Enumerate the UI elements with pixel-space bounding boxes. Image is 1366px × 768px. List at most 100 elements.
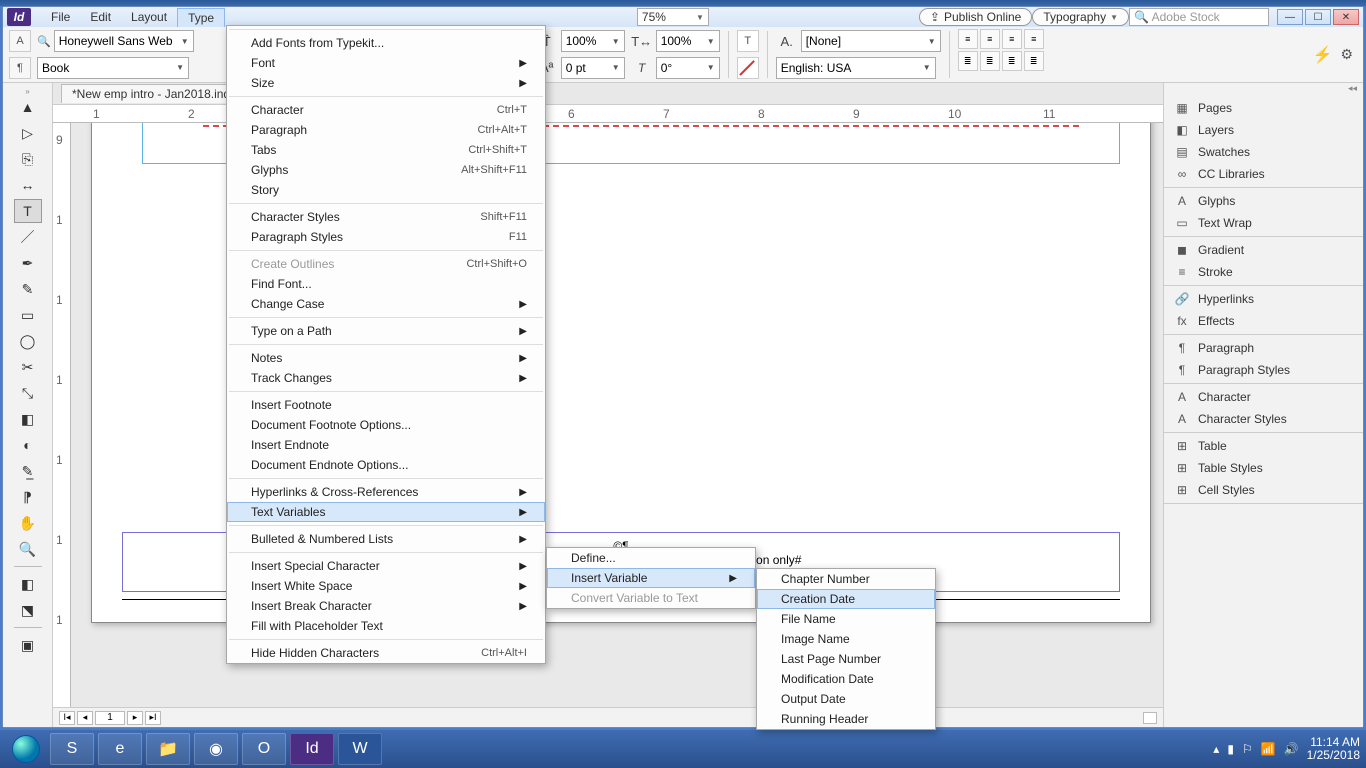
- font-style-select[interactable]: Book▼: [37, 57, 189, 79]
- menu-item-insert-footnote[interactable]: Insert Footnote: [227, 395, 545, 415]
- menu-item-insert-break-character[interactable]: Insert Break Character▶: [227, 596, 545, 616]
- zoom-level[interactable]: 75%▼: [637, 8, 709, 26]
- type-tool[interactable]: T: [14, 199, 42, 223]
- menu-item-insert-special-character[interactable]: Insert Special Character▶: [227, 556, 545, 576]
- clock[interactable]: 11:14 AM 1/25/2018: [1307, 736, 1360, 762]
- menu-item-insert-variable[interactable]: Insert Variable▶: [547, 568, 755, 588]
- menu-item-paragraph[interactable]: ParagraphCtrl+Alt+T: [227, 120, 545, 140]
- menu-type[interactable]: Type: [177, 8, 225, 27]
- menu-item-running-header[interactable]: Running Header: [757, 709, 935, 729]
- menu-item-story[interactable]: Story: [227, 180, 545, 200]
- view-mode-icon[interactable]: ▣: [14, 633, 42, 657]
- gradient-feather-tool[interactable]: ◐: [14, 433, 42, 457]
- collapse-panels-icon[interactable]: ◂◂: [1164, 83, 1363, 95]
- panel-effects[interactable]: fxEffects: [1164, 310, 1363, 332]
- menu-item-insert-endnote[interactable]: Insert Endnote: [227, 435, 545, 455]
- menu-item-tabs[interactable]: TabsCtrl+Shift+T: [227, 140, 545, 160]
- volume-icon[interactable]: 🔊: [1284, 742, 1299, 756]
- direct-selection-tool[interactable]: ▷: [14, 121, 42, 145]
- taskbar-outlook[interactable]: O: [242, 733, 286, 765]
- menu-item-size[interactable]: Size▶: [227, 73, 545, 93]
- baseline-shift[interactable]: 0 pt▼: [561, 57, 625, 79]
- rectangle-frame-tool[interactable]: ▭: [14, 303, 42, 327]
- panel-character[interactable]: ACharacter: [1164, 386, 1363, 408]
- menu-item-notes[interactable]: Notes▶: [227, 348, 545, 368]
- fill-stroke-icon[interactable]: ◧: [14, 572, 42, 596]
- menu-item-chapter-number[interactable]: Chapter Number: [757, 569, 935, 589]
- default-fs-icon[interactable]: ⬔: [14, 598, 42, 622]
- stroke-swatch-icon[interactable]: [737, 57, 759, 79]
- panel-gradient[interactable]: ◼Gradient: [1164, 239, 1363, 261]
- fill-swatch-icon[interactable]: T: [737, 30, 759, 52]
- panel-paragraph[interactable]: ¶Paragraph: [1164, 337, 1363, 359]
- close-button[interactable]: ✕: [1333, 9, 1359, 25]
- maximize-button[interactable]: ☐: [1305, 9, 1331, 25]
- eyedropper-tool[interactable]: ⁋: [14, 485, 42, 509]
- page-tool[interactable]: ⎘: [14, 147, 42, 171]
- menu-item-hide-hidden-characters[interactable]: Hide Hidden CharactersCtrl+Alt+I: [227, 643, 545, 663]
- menu-item-track-changes[interactable]: Track Changes▶: [227, 368, 545, 388]
- menu-item-modification-date[interactable]: Modification Date: [757, 669, 935, 689]
- panel-stroke[interactable]: ≡Stroke: [1164, 261, 1363, 283]
- menu-item-character[interactable]: CharacterCtrl+T: [227, 100, 545, 120]
- menu-item-text-variables[interactable]: Text Variables▶: [227, 502, 545, 522]
- menu-item-hyperlinks-cross-references[interactable]: Hyperlinks & Cross-References▶: [227, 482, 545, 502]
- panel-table-styles[interactable]: ⊞Table Styles: [1164, 457, 1363, 479]
- menu-file[interactable]: File: [41, 8, 80, 27]
- network-icon[interactable]: 📶: [1261, 742, 1276, 756]
- minimize-button[interactable]: —: [1277, 9, 1303, 25]
- menu-item-paragraph-styles[interactable]: Paragraph StylesF11: [227, 227, 545, 247]
- insert-variable-submenu[interactable]: Chapter NumberCreation DateFile NameImag…: [756, 568, 936, 730]
- selection-tool[interactable]: ▲: [14, 95, 42, 119]
- ellipse-tool[interactable]: ◯: [14, 329, 42, 353]
- panel-table[interactable]: ⊞Table: [1164, 435, 1363, 457]
- scissors-tool[interactable]: ✂: [14, 355, 42, 379]
- text-variables-submenu[interactable]: Define...Insert Variable▶Convert Variabl…: [546, 547, 756, 609]
- system-tray[interactable]: ▴ ▮ ⚐ 📶 🔊 11:14 AM 1/25/2018: [1213, 736, 1360, 762]
- panel-menu-icon[interactable]: ⚙: [1340, 46, 1353, 63]
- menu-item-fill-with-placeholder-text[interactable]: Fill with Placeholder Text: [227, 616, 545, 636]
- menu-item-image-name[interactable]: Image Name: [757, 629, 935, 649]
- panel-pages[interactable]: ▦Pages: [1164, 97, 1363, 119]
- menu-layout[interactable]: Layout: [121, 8, 177, 27]
- menu-item-type-on-a-path[interactable]: Type on a Path▶: [227, 321, 545, 341]
- tray-up-icon[interactable]: ▴: [1213, 742, 1219, 756]
- menu-item-add-fonts-from-typekit-[interactable]: Add Fonts from Typekit...: [227, 33, 545, 53]
- page-navigator[interactable]: I◂◂ ▸▸I: [59, 711, 161, 725]
- note-tool[interactable]: ✎̲: [14, 459, 42, 483]
- quick-apply-icon[interactable]: ⚡: [1313, 45, 1333, 65]
- panel-paragraph-styles[interactable]: ¶Paragraph Styles: [1164, 359, 1363, 381]
- panel-text-wrap[interactable]: ▭Text Wrap: [1164, 212, 1363, 234]
- align-buttons[interactable]: ≡≡≡≡ ≣≣≣≣: [958, 29, 1044, 80]
- font-family-select[interactable]: Honeywell Sans Web▼: [54, 30, 194, 52]
- menu-item-font[interactable]: Font▶: [227, 53, 545, 73]
- action-center-icon[interactable]: ⚐: [1242, 742, 1253, 756]
- menu-item-document-endnote-options-[interactable]: Document Endnote Options...: [227, 455, 545, 475]
- gap-tool[interactable]: ↔: [14, 173, 42, 197]
- taskbar-skype[interactable]: S: [50, 733, 94, 765]
- workspace-switcher[interactable]: Typography▼: [1032, 8, 1129, 26]
- taskbar-chrome[interactable]: ◉: [194, 733, 238, 765]
- start-button[interactable]: [6, 733, 46, 765]
- char-mode-icon[interactable]: A: [9, 30, 31, 52]
- menu-item-file-name[interactable]: File Name: [757, 609, 935, 629]
- panel-cell-styles[interactable]: ⊞Cell Styles: [1164, 479, 1363, 501]
- search-adobe-stock[interactable]: 🔍 Adobe Stock: [1129, 8, 1269, 26]
- menu-item-character-styles[interactable]: Character StylesShift+F11: [227, 207, 545, 227]
- menu-item-document-footnote-options-[interactable]: Document Footnote Options...: [227, 415, 545, 435]
- para-mode-icon[interactable]: ¶: [9, 57, 31, 79]
- document-tab[interactable]: *New emp intro - Jan2018.ind: [61, 84, 241, 103]
- taskbar-explorer[interactable]: 📁: [146, 733, 190, 765]
- free-transform-tool[interactable]: ⤡: [14, 381, 42, 405]
- type-menu[interactable]: Add Fonts from Typekit...Font▶Size▶ Chara…: [226, 25, 546, 664]
- panel-hyperlinks[interactable]: 🔗Hyperlinks: [1164, 288, 1363, 310]
- panel-layers[interactable]: ◧Layers: [1164, 119, 1363, 141]
- menu-item-insert-white-space[interactable]: Insert White Space▶: [227, 576, 545, 596]
- panel-swatches[interactable]: ▤Swatches: [1164, 141, 1363, 163]
- menu-item-glyphs[interactable]: GlyphsAlt+Shift+F11: [227, 160, 545, 180]
- hand-tool[interactable]: ✋: [14, 511, 42, 535]
- taskbar-word[interactable]: W: [338, 733, 382, 765]
- zoom-tool[interactable]: 🔍: [14, 537, 42, 561]
- menu-item-last-page-number[interactable]: Last Page Number: [757, 649, 935, 669]
- menu-item-change-case[interactable]: Change Case▶: [227, 294, 545, 314]
